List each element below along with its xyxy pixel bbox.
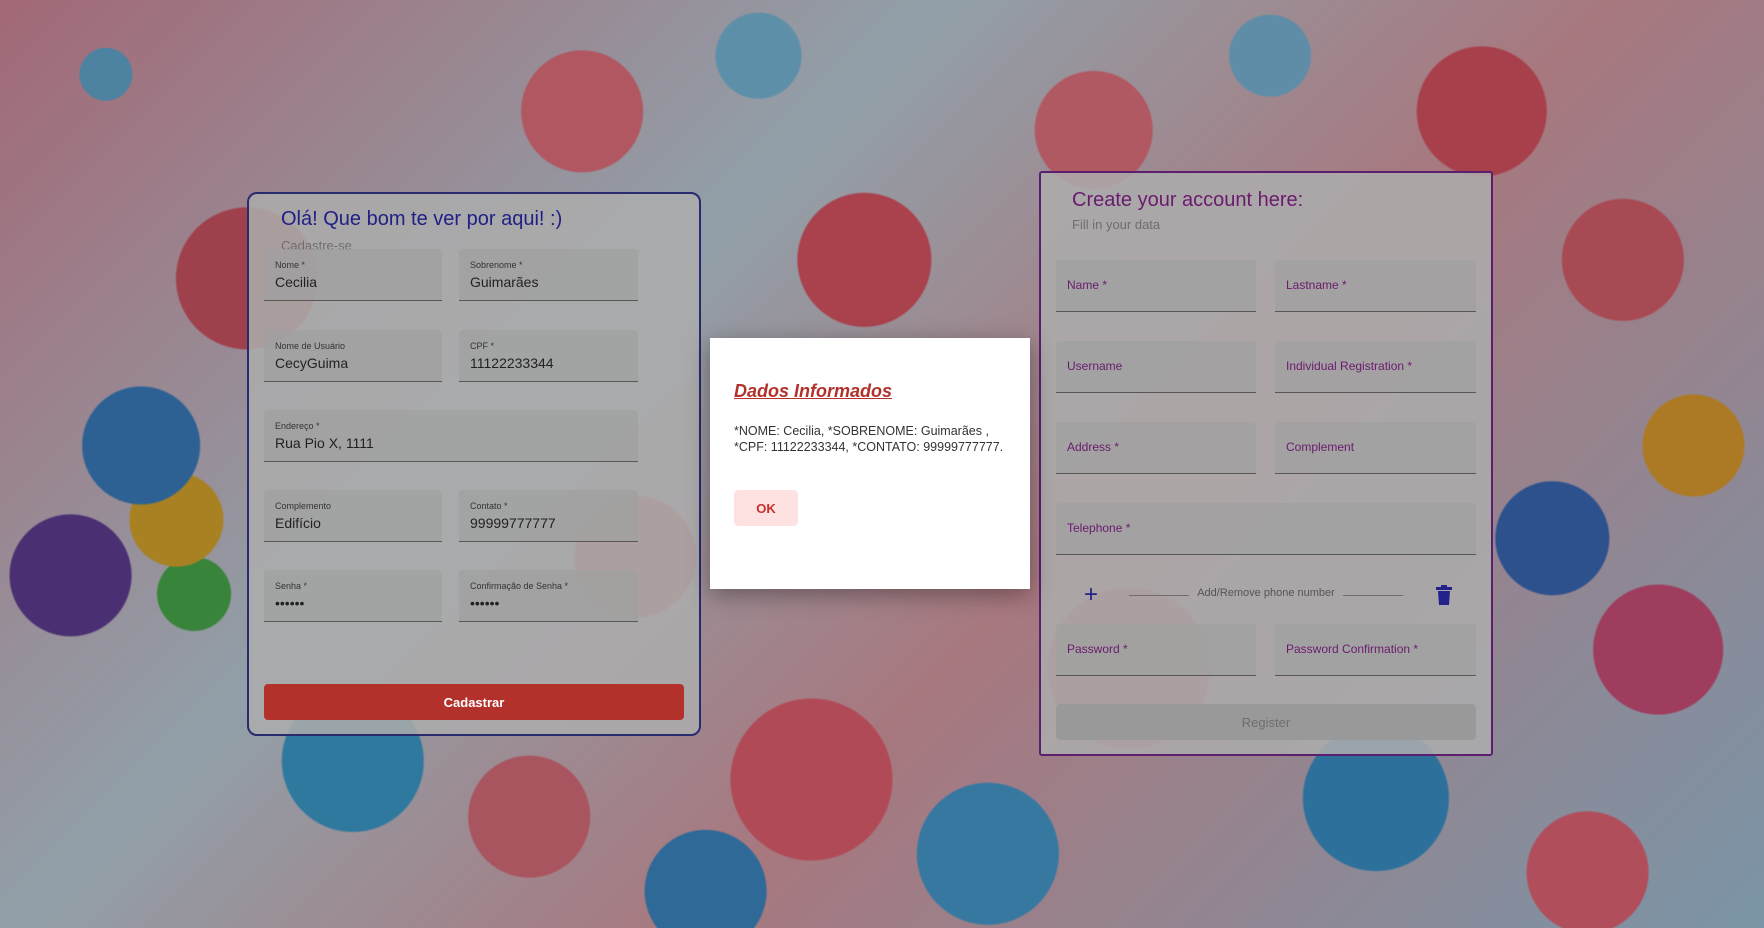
- individual-registration-placeholder: Individual Registration *: [1286, 359, 1413, 373]
- usuario-value: CecyGuima: [275, 355, 349, 371]
- sobrenome-field[interactable]: Sobrenome * Guimarães: [459, 249, 638, 301]
- name-field[interactable]: Name *: [1056, 260, 1256, 312]
- confirmacao-senha-value: ••••••: [470, 595, 500, 611]
- senha-field[interactable]: Senha * ••••••: [264, 570, 442, 622]
- individual-registration-field[interactable]: Individual Registration *: [1275, 341, 1476, 393]
- password-placeholder: Password *: [1067, 642, 1128, 656]
- contato-label: Contato *: [470, 501, 508, 511]
- phone-controls: + Add/Remove phone number: [1056, 578, 1476, 612]
- complemento-label: Complemento: [275, 501, 332, 511]
- lastname-field[interactable]: Lastname *: [1275, 260, 1476, 312]
- confirmacao-senha-field[interactable]: Confirmação de Senha * ••••••: [459, 570, 638, 622]
- password-confirmation-field[interactable]: Password Confirmation *: [1275, 624, 1476, 676]
- nome-field[interactable]: Nome * Cecilia: [264, 249, 442, 301]
- endereco-field[interactable]: Endereço * Rua Pio X, 1111: [264, 410, 638, 462]
- ok-button[interactable]: OK: [734, 490, 798, 526]
- signup-card-en: Create your account here: Fill in your d…: [1039, 171, 1493, 756]
- password-field[interactable]: Password *: [1056, 624, 1256, 676]
- phone-row-label: Add/Remove phone number: [1197, 587, 1335, 599]
- divider-left: [1129, 595, 1189, 596]
- complement-placeholder: Complement: [1286, 440, 1355, 454]
- lastname-placeholder: Lastname *: [1286, 278, 1347, 292]
- contato-value: 99999777777: [470, 515, 556, 531]
- complemento-value: Edifício: [275, 515, 321, 531]
- sobrenome-label: Sobrenome *: [470, 260, 523, 270]
- cpf-field[interactable]: CPF * 11122233344: [459, 330, 638, 382]
- usuario-label: Nome de Usuário: [275, 341, 346, 351]
- info-dialog: Dados Informados *NOME: Cecilia, *SOBREN…: [710, 338, 1030, 589]
- cpf-value: 11122233344: [470, 355, 554, 371]
- username-placeholder: Username: [1067, 359, 1123, 373]
- divider-right: [1343, 595, 1403, 596]
- dialog-message: *NOME: Cecilia, *SOBRENOME: Guimarães , …: [734, 424, 1004, 454]
- endereco-label: Endereço *: [275, 421, 320, 431]
- nome-value: Cecilia: [275, 274, 318, 290]
- cadastrar-button[interactable]: Cadastrar: [264, 684, 684, 720]
- name-placeholder: Name *: [1067, 278, 1108, 292]
- password-confirmation-placeholder: Password Confirmation *: [1286, 642, 1419, 656]
- nome-label: Nome *: [275, 260, 306, 270]
- usuario-field[interactable]: Nome de Usuário CecyGuima: [264, 330, 442, 382]
- complement-field[interactable]: Complement: [1275, 422, 1476, 474]
- address-placeholder: Address *: [1067, 440, 1120, 454]
- telephone-field[interactable]: Telephone *: [1056, 503, 1476, 555]
- page-subtitle-en: Fill in your data: [1072, 217, 1161, 232]
- register-button[interactable]: Register: [1056, 704, 1476, 740]
- add-phone-icon[interactable]: +: [1078, 582, 1104, 608]
- trash-icon[interactable]: [1436, 585, 1452, 605]
- address-field[interactable]: Address *: [1056, 422, 1256, 474]
- username-field[interactable]: Username: [1056, 341, 1256, 393]
- telephone-placeholder: Telephone *: [1067, 521, 1131, 535]
- page-title: Olá! Que bom te ver por aqui! :): [281, 208, 563, 230]
- cpf-label: CPF *: [470, 341, 495, 351]
- page-title-en: Create your account here:: [1072, 189, 1304, 211]
- sobrenome-value: Guimarães: [470, 274, 539, 290]
- confirmacao-senha-label: Confirmação de Senha *: [470, 581, 569, 591]
- complemento-field[interactable]: Complemento Edifício: [264, 490, 442, 542]
- endereco-value: Rua Pio X, 1111: [275, 435, 374, 451]
- signup-card-pt: Olá! Que bom te ver por aqui! :) Cadastr…: [247, 192, 701, 736]
- senha-value: ••••••: [275, 595, 305, 611]
- dialog-title: Dados Informados: [734, 381, 893, 401]
- senha-label: Senha *: [275, 581, 308, 591]
- contato-field[interactable]: Contato * 99999777777: [459, 490, 638, 542]
